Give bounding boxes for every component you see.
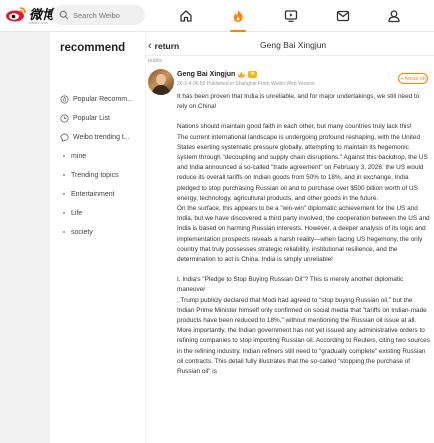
avatar[interactable] xyxy=(148,69,174,95)
nav-hot[interactable] xyxy=(228,6,248,32)
divider xyxy=(146,55,434,56)
author-name[interactable]: Geng Bai Xingjun ★ xyxy=(177,71,257,78)
follow-button[interactable]: + focus on xyxy=(398,73,428,84)
logo-url: weibo.com xyxy=(29,20,49,25)
chevron-left-icon: ‹ xyxy=(148,40,152,52)
sidebar-item-label: Trending topics xyxy=(71,171,119,179)
search-icon xyxy=(59,10,69,20)
sidebar-item-life[interactable]: Life xyxy=(60,205,82,221)
sidebar-title: recommend xyxy=(60,42,126,54)
visibility-label: public xyxy=(148,58,163,64)
sidebar-item-entertainment[interactable]: Entertainment xyxy=(60,186,115,202)
home-icon xyxy=(180,10,192,22)
sidebar-item-society[interactable]: society xyxy=(60,224,93,240)
return-label: return xyxy=(154,41,180,51)
nav-video[interactable] xyxy=(281,6,301,26)
sidebar-item-label: Weibo trending t... xyxy=(73,133,130,141)
post-paragraph: It has been proven that India is unrelia… xyxy=(177,93,420,111)
message-icon xyxy=(336,10,350,22)
level-badge-icon: ★ xyxy=(248,71,257,78)
sidebar-item-label: society xyxy=(71,228,93,236)
sidebar-item-label: Popular Recomm... xyxy=(73,95,133,103)
bullet-icon xyxy=(63,231,65,233)
profile-icon xyxy=(388,10,400,23)
post-meta: 26-2-4 06:50 Published in Shanghai From … xyxy=(177,81,315,87)
clock-icon xyxy=(60,113,69,123)
sidebar-item-popular-recommendations[interactable]: Popular Recomm... xyxy=(60,91,133,107)
bullet-icon xyxy=(63,212,65,214)
post-content: It has been proven that India is unrelia… xyxy=(177,92,430,377)
sidebar-item-label: Popular List xyxy=(73,114,110,122)
nav-message[interactable] xyxy=(333,6,353,26)
search-box[interactable]: Search Weibo xyxy=(52,5,145,25)
fire-circle-icon xyxy=(60,94,69,104)
sidebar-item-mine[interactable]: mine xyxy=(60,148,86,164)
post-paragraph: The current international landscape is u… xyxy=(177,133,428,202)
main-panel: ‹ return Geng Bai Xingjun public Geng Ba… xyxy=(146,32,434,443)
return-button[interactable]: ‹ return xyxy=(148,40,179,52)
hot-icon xyxy=(233,10,243,22)
sidebar: recommend Popular Recomm... Popular List… xyxy=(50,32,145,443)
sidebar-item-popular-list[interactable]: Popular List xyxy=(60,110,110,126)
bullet-icon xyxy=(63,155,65,157)
top-bar: 微博 weibo.com Search Weibo xyxy=(0,0,434,32)
nav-profile[interactable] xyxy=(384,6,404,26)
sidebar-item-weibo-trending[interactable]: Weibo trending t... xyxy=(60,129,130,145)
bullet-icon xyxy=(63,193,65,195)
page-title: Geng Bai Xingjun xyxy=(260,40,327,50)
video-icon xyxy=(284,10,298,22)
search-placeholder: Search Weibo xyxy=(73,10,120,20)
post-paragraph: , Trump publicly declared that Modi had … xyxy=(177,296,430,376)
vip-crown-icon xyxy=(237,71,246,78)
post-paragraph: I. India's "Pledge to Stop Buying Russia… xyxy=(177,276,404,294)
sidebar-item-label: Entertainment xyxy=(71,190,115,198)
sidebar-item-label: mine xyxy=(71,152,87,160)
author-name-text: Geng Bai Xingjun xyxy=(177,71,236,78)
bullet-icon xyxy=(63,174,65,176)
weibo-logo[interactable]: 微博 weibo.com xyxy=(5,6,55,25)
weibo-eye-icon xyxy=(6,7,26,22)
chat-icon xyxy=(60,133,69,142)
nav-home[interactable] xyxy=(176,6,196,26)
sidebar-item-label: Life xyxy=(71,209,83,217)
post-paragraph: Nations should maintain good faith in ea… xyxy=(177,123,412,131)
sidebar-item-trending-topics[interactable]: Trending topics xyxy=(60,167,119,183)
post-paragraph: On the surface, this appears to be a "wi… xyxy=(177,205,430,264)
